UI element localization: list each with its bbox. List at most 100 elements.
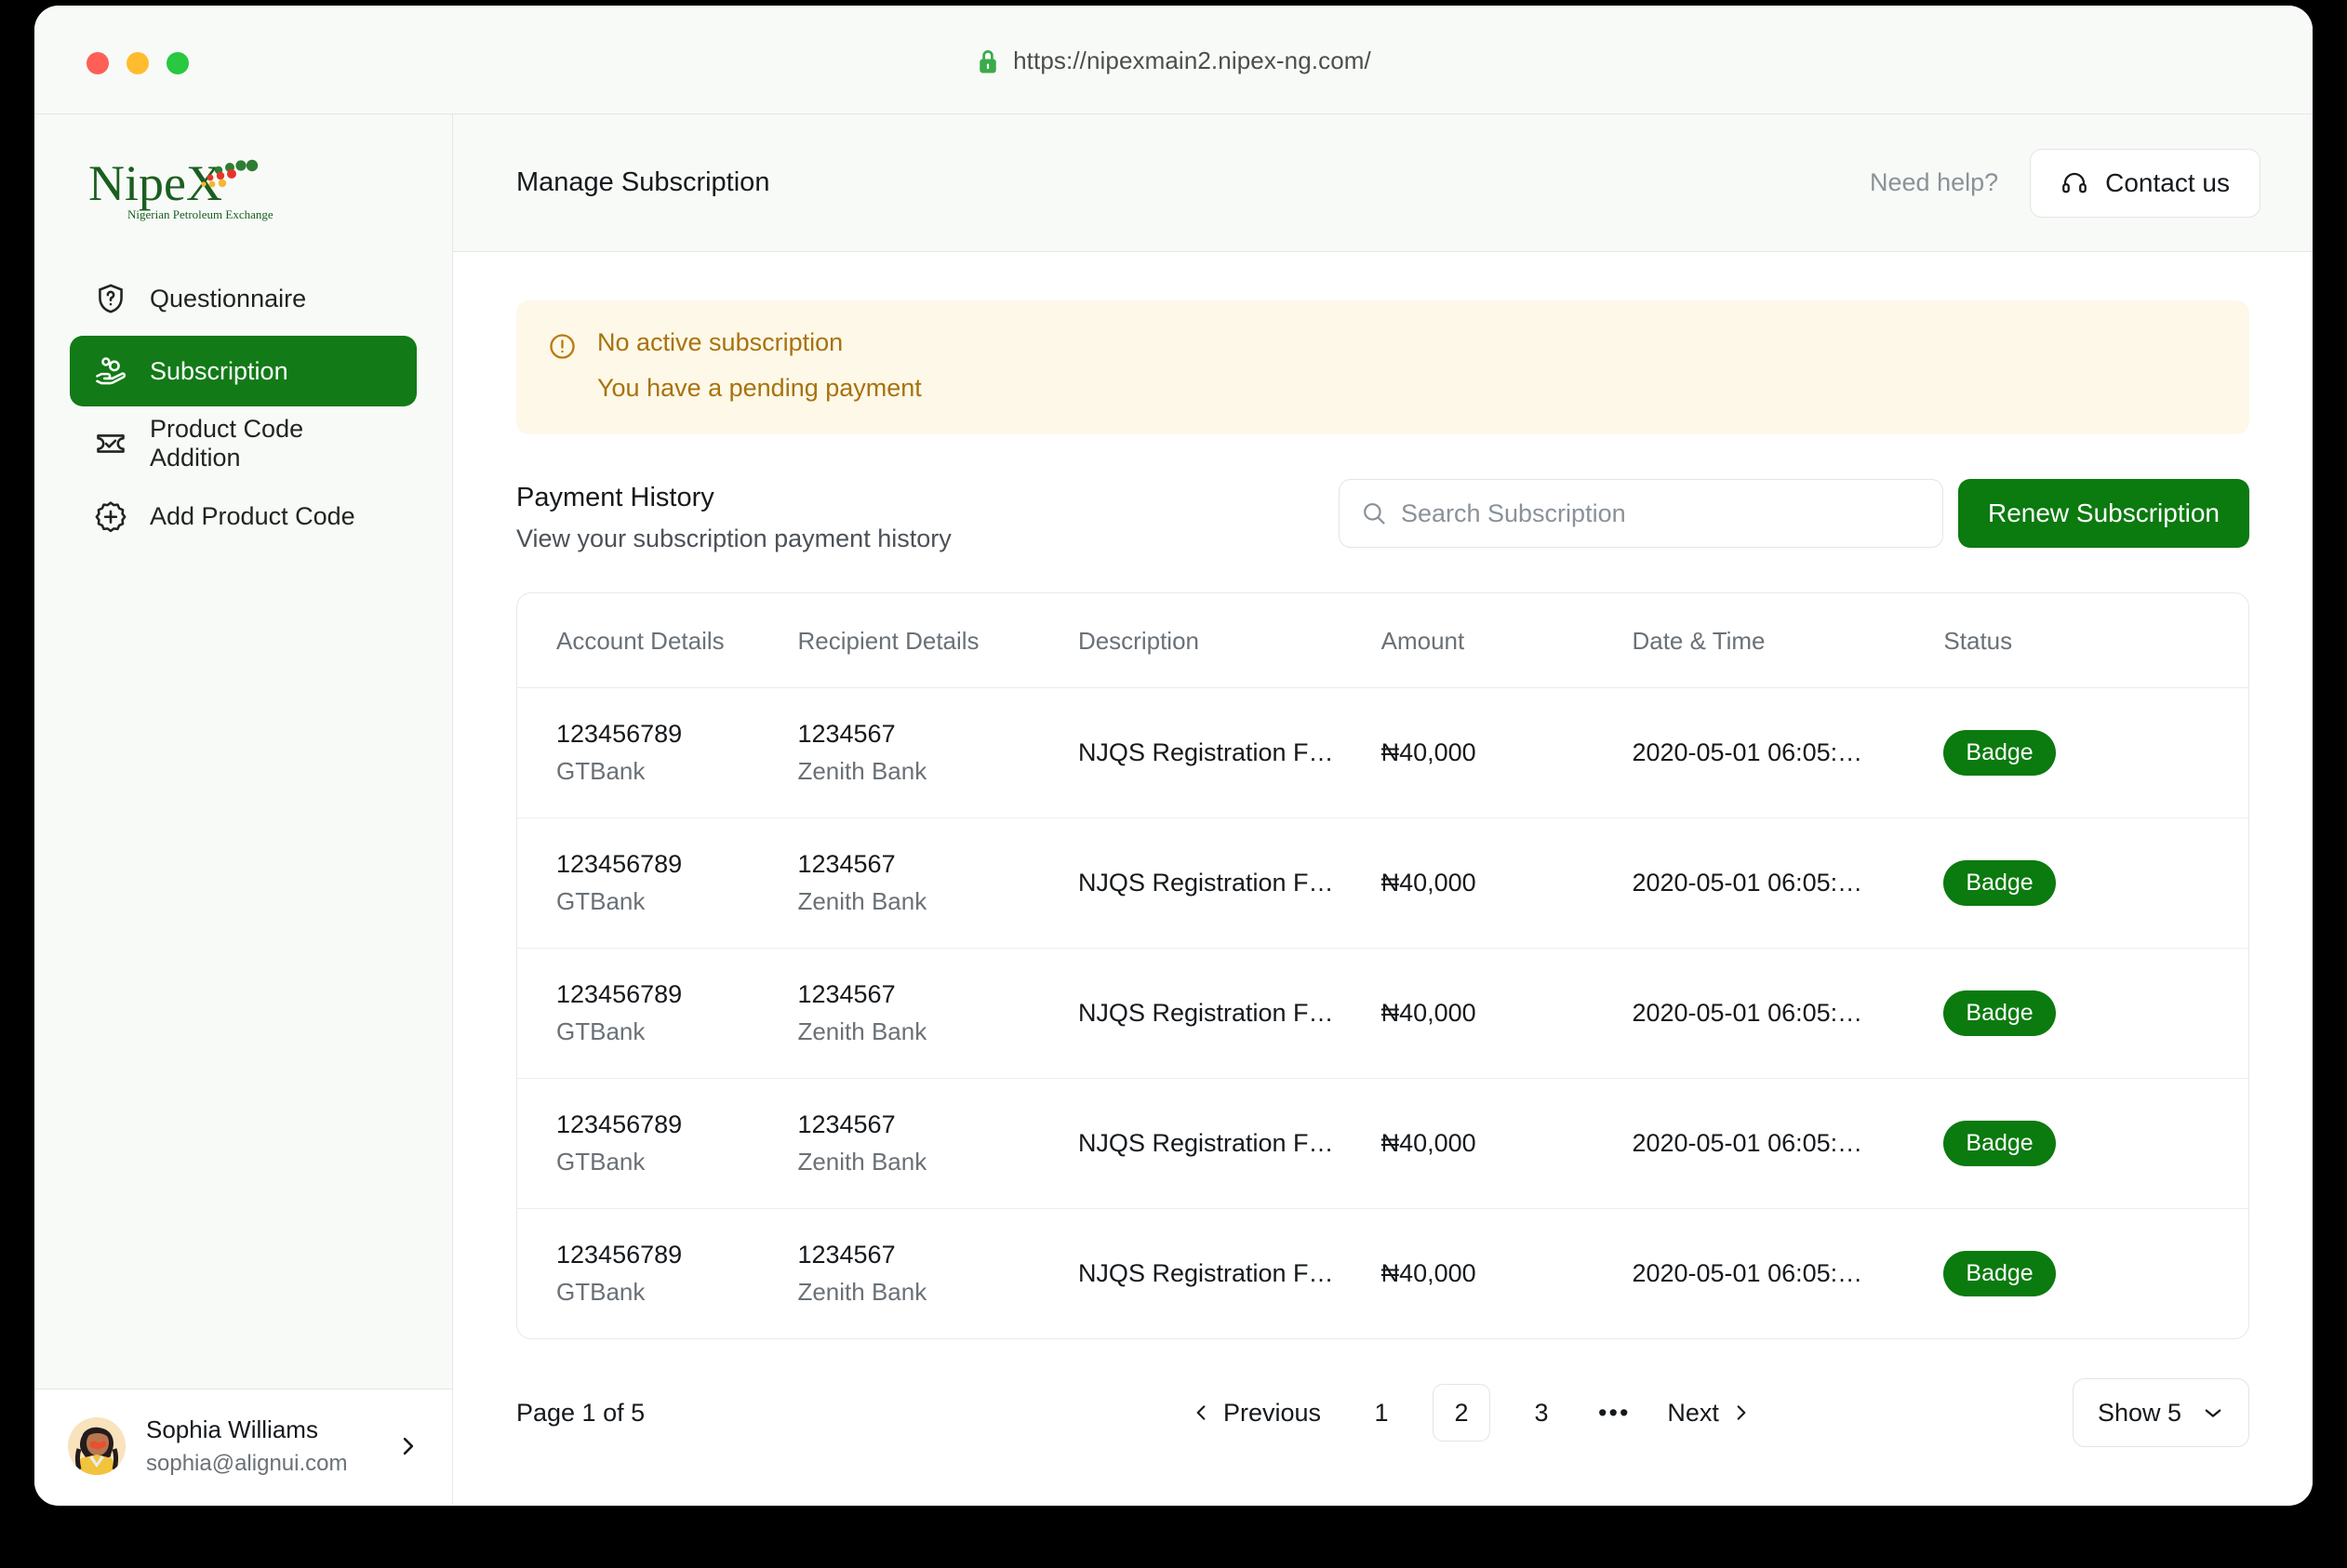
- search-input[interactable]: [1339, 479, 1943, 548]
- user-name: Sophia Williams: [146, 1415, 378, 1444]
- recipient-number: 1234567: [797, 1241, 1077, 1269]
- avatar: [68, 1417, 126, 1475]
- main-column: Manage Subscription Need help? Contact u…: [453, 114, 2313, 1505]
- account-bank: GTBank: [556, 1278, 797, 1307]
- account-number: 123456789: [556, 1110, 797, 1139]
- previous-page-button[interactable]: Previous: [1175, 1384, 1338, 1442]
- search-box: [1339, 479, 1943, 548]
- next-page-button[interactable]: Next: [1650, 1384, 1767, 1442]
- cell-recipient-details: 1234567 Zenith Bank: [797, 1209, 1077, 1339]
- rows-per-page-label: Show 5: [2098, 1399, 2181, 1428]
- cell-date-time: 2020-05-01 06:05:…: [1632, 688, 1943, 818]
- sidebar-item-questionnaire[interactable]: Questionnaire: [70, 263, 417, 334]
- column-header-description: Description: [1078, 593, 1381, 688]
- recipient-bank: Zenith Bank: [797, 1148, 1077, 1176]
- shield-question-icon: [94, 282, 127, 315]
- table-row[interactable]: 123456789 GTBank 1234567 Zenith Bank NJQ…: [517, 1209, 2248, 1339]
- cell-account-details: 123456789 GTBank: [517, 949, 797, 1079]
- account-number: 123456789: [556, 720, 797, 749]
- table-row[interactable]: 123456789 GTBank 1234567 Zenith Bank NJQ…: [517, 1079, 2248, 1209]
- alert-subtitle: You have a pending payment: [597, 374, 922, 403]
- column-header-account-details: Account Details: [517, 593, 797, 688]
- sidebar-item-label: Add Product Code: [150, 502, 355, 531]
- status-badge[interactable]: Badge: [1943, 1121, 2055, 1166]
- brand-logo[interactable]: NipeX Nigerian Petroleum Exchange: [34, 114, 452, 252]
- browser-window: https://nipexmain2.nipex-ng.com/ NipeX: [34, 6, 2313, 1506]
- cell-status: Badge: [1943, 818, 2248, 949]
- sidebar-item-product-code-addition[interactable]: Product Code Addition: [70, 408, 417, 479]
- cell-amount: ₦40,000: [1381, 1079, 1633, 1209]
- svg-text:Nigerian Petroleum Exchange: Nigerian Petroleum Exchange: [127, 207, 273, 221]
- status-badge[interactable]: Badge: [1943, 990, 2055, 1036]
- status-badge[interactable]: Badge: [1943, 1251, 2055, 1296]
- section-title: Payment History: [516, 483, 1339, 513]
- payment-history-table: Account Details Recipient Details Descri…: [517, 593, 2248, 1338]
- account-bank: GTBank: [556, 757, 797, 786]
- cell-status: Badge: [1943, 1209, 2248, 1339]
- renew-subscription-button[interactable]: Renew Subscription: [1958, 479, 2249, 548]
- hand-coins-icon: [94, 354, 127, 388]
- lock-icon: [976, 47, 1000, 75]
- cell-recipient-details: 1234567 Zenith Bank: [797, 949, 1077, 1079]
- next-page-label: Next: [1667, 1399, 1719, 1428]
- badge-plus-icon: [94, 499, 127, 533]
- pagination-ellipsis[interactable]: •••: [1585, 1399, 1643, 1428]
- need-help-label: Need help?: [1870, 168, 1998, 197]
- cell-account-details: 123456789 GTBank: [517, 1079, 797, 1209]
- account-bank: GTBank: [556, 887, 797, 916]
- user-text: Sophia Williams sophia@alignui.com: [146, 1415, 378, 1477]
- column-header-amount: Amount: [1381, 593, 1633, 688]
- chevron-right-icon[interactable]: [398, 1434, 419, 1458]
- cell-recipient-details: 1234567 Zenith Bank: [797, 1079, 1077, 1209]
- pager-controls: Previous 1 2 3 ••• Next: [870, 1384, 2073, 1442]
- recipient-bank: Zenith Bank: [797, 757, 1077, 786]
- recipient-bank: Zenith Bank: [797, 1017, 1077, 1046]
- address-bar[interactable]: https://nipexmain2.nipex-ng.com/: [34, 47, 2313, 75]
- sidebar: NipeX Nigerian Petroleum Exchange: [34, 114, 453, 1505]
- user-profile-card[interactable]: Sophia Williams sophia@alignui.com: [34, 1389, 452, 1505]
- cell-amount: ₦40,000: [1381, 949, 1633, 1079]
- cell-status: Badge: [1943, 1079, 2248, 1209]
- status-badge[interactable]: Badge: [1943, 860, 2055, 906]
- table-body: 123456789 GTBank 1234567 Zenith Bank NJQ…: [517, 688, 2248, 1339]
- contact-us-label: Contact us: [2105, 168, 2230, 198]
- section-subtitle: View your subscription payment history: [516, 525, 1339, 553]
- cell-recipient-details: 1234567 Zenith Bank: [797, 688, 1077, 818]
- previous-page-label: Previous: [1223, 1399, 1321, 1428]
- alert-text-group: No active subscription You have a pendin…: [597, 328, 922, 403]
- account-number: 123456789: [556, 980, 797, 1009]
- account-bank: GTBank: [556, 1148, 797, 1176]
- sidebar-item-add-product-code[interactable]: Add Product Code: [70, 481, 417, 551]
- recipient-number: 1234567: [797, 1110, 1077, 1139]
- page-number-1[interactable]: 1: [1353, 1384, 1410, 1442]
- chevron-left-icon: [1192, 1402, 1210, 1423]
- table-row[interactable]: 123456789 GTBank 1234567 Zenith Bank NJQ…: [517, 949, 2248, 1079]
- recipient-number: 1234567: [797, 720, 1077, 749]
- app-body: NipeX Nigerian Petroleum Exchange: [34, 114, 2313, 1505]
- table-head: Account Details Recipient Details Descri…: [517, 593, 2248, 688]
- page-number-3[interactable]: 3: [1513, 1384, 1570, 1442]
- subscription-alert-banner: No active subscription You have a pendin…: [516, 300, 2249, 434]
- recipient-bank: Zenith Bank: [797, 1278, 1077, 1307]
- table-row[interactable]: 123456789 GTBank 1234567 Zenith Bank NJQ…: [517, 688, 2248, 818]
- cell-date-time: 2020-05-01 06:05:…: [1632, 1209, 1943, 1339]
- sidebar-item-label: Questionnaire: [150, 285, 306, 313]
- cell-account-details: 123456789 GTBank: [517, 688, 797, 818]
- sidebar-item-subscription[interactable]: Subscription: [70, 336, 417, 406]
- section-toolbar: Payment History View your subscription p…: [516, 479, 2249, 553]
- contact-us-button[interactable]: Contact us: [2030, 149, 2260, 218]
- page-number-2[interactable]: 2: [1433, 1384, 1490, 1442]
- cell-description: NJQS Registration F…: [1078, 1079, 1381, 1209]
- table-row[interactable]: 123456789 GTBank 1234567 Zenith Bank NJQ…: [517, 818, 2248, 949]
- user-email: sophia@alignui.com: [146, 1451, 378, 1477]
- recipient-number: 1234567: [797, 850, 1077, 879]
- cell-date-time: 2020-05-01 06:05:…: [1632, 818, 1943, 949]
- recipient-number: 1234567: [797, 980, 1077, 1009]
- page-content: No active subscription You have a pendin…: [453, 252, 2313, 1505]
- rows-per-page-select[interactable]: Show 5: [2073, 1378, 2249, 1447]
- status-badge[interactable]: Badge: [1943, 730, 2055, 776]
- browser-chrome: https://nipexmain2.nipex-ng.com/: [34, 6, 2313, 114]
- ticket-check-icon: [94, 427, 127, 460]
- url-text: https://nipexmain2.nipex-ng.com/: [1013, 47, 1371, 75]
- sidebar-spacer: [34, 551, 452, 1389]
